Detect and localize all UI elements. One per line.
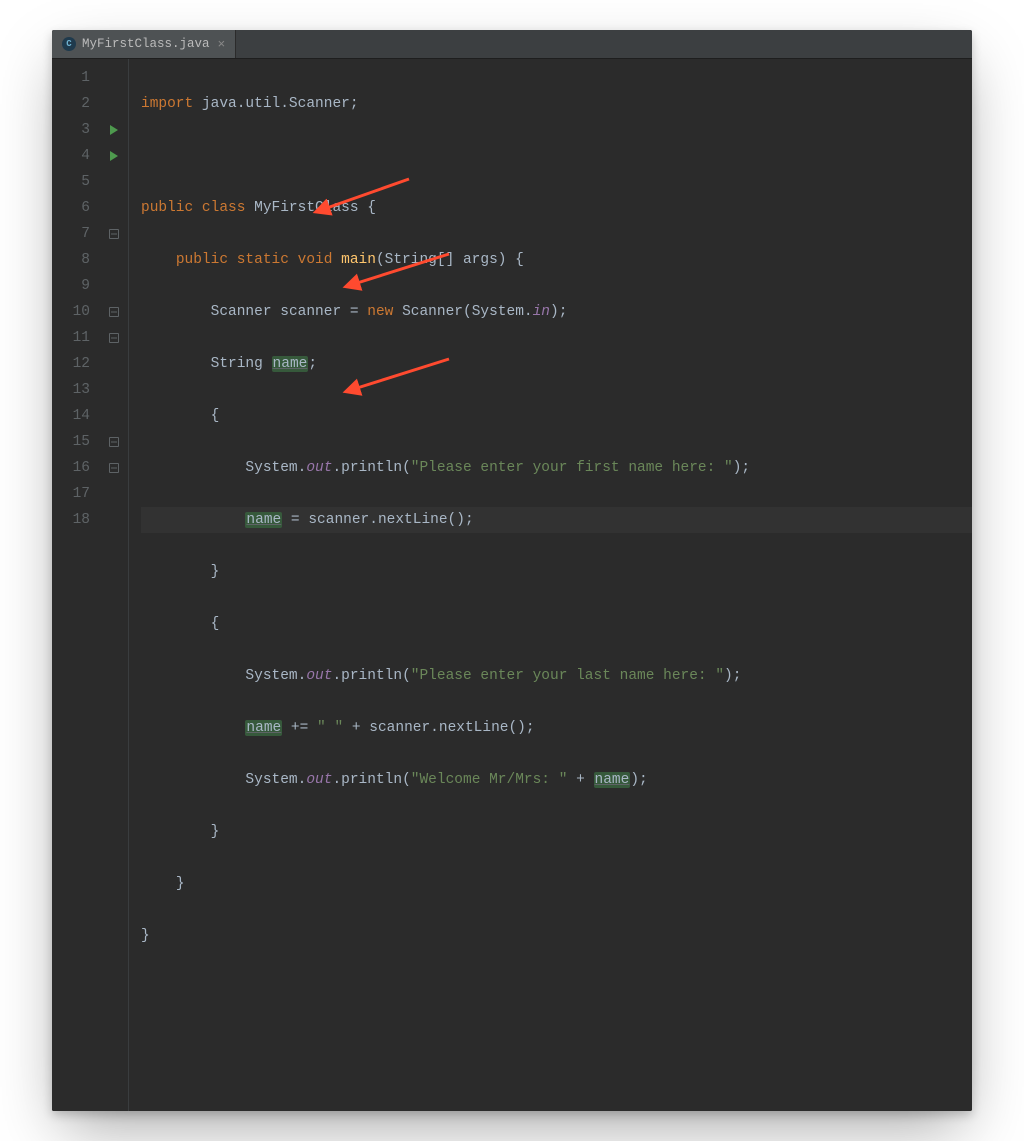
line-number: 12: [52, 351, 94, 377]
method-name: main: [341, 252, 376, 268]
line-number: 18: [52, 507, 94, 533]
code-editor[interactable]: 123456789101112131415161718 import java.…: [52, 59, 972, 1111]
fold-icon[interactable]: [109, 333, 119, 343]
code-text: }: [211, 824, 220, 840]
code-text: Scanner scanner =: [211, 304, 368, 320]
variable: name: [245, 720, 282, 736]
field-ref: out: [306, 460, 332, 476]
ide-window: MyFirstClass.java × 12345678910111213141…: [52, 30, 972, 1111]
code-text: +=: [282, 720, 317, 736]
fold-icon[interactable]: [109, 437, 119, 447]
code-text: {: [211, 616, 220, 632]
close-icon[interactable]: ×: [218, 37, 226, 52]
line-number: 16: [52, 455, 94, 481]
tab-filename: MyFirstClass.java: [82, 37, 210, 51]
fold-icon[interactable]: [109, 229, 119, 239]
line-number-gutter: 123456789101112131415161718: [52, 59, 100, 1111]
line-number: 4: [52, 143, 94, 169]
code-area[interactable]: import java.util.Scanner; public class M…: [129, 59, 972, 1111]
run-icon[interactable]: [110, 151, 118, 161]
line-number: 7: [52, 221, 94, 247]
code-text: + scanner.nextLine();: [343, 720, 534, 736]
line-number: 1: [52, 65, 94, 91]
class-name: MyFirstClass: [254, 200, 358, 216]
code-text: System.: [245, 772, 306, 788]
field-ref: in: [533, 304, 550, 320]
line-number: 13: [52, 377, 94, 403]
tab-file[interactable]: MyFirstClass.java ×: [52, 30, 236, 58]
line-number: 11: [52, 325, 94, 351]
code-text: }: [176, 876, 185, 892]
code-text: ;: [308, 356, 317, 372]
line-number: 9: [52, 273, 94, 299]
marker-gutter: [100, 59, 129, 1111]
code-text: (String[] args) {: [376, 252, 524, 268]
code-text: String: [211, 356, 272, 372]
keyword: public class: [141, 200, 254, 216]
field-ref: out: [306, 668, 332, 684]
line-number: 15: [52, 429, 94, 455]
string-literal: "Please enter your first name here: ": [411, 460, 733, 476]
line-number: 17: [52, 481, 94, 507]
code-text: java.util.Scanner;: [193, 96, 358, 112]
code-text: );: [724, 668, 741, 684]
keyword: import: [141, 96, 193, 112]
keyword: public static void: [176, 252, 341, 268]
fold-icon[interactable]: [109, 307, 119, 317]
tab-bar: MyFirstClass.java ×: [52, 30, 972, 59]
line-number: 3: [52, 117, 94, 143]
string-literal: "Please enter your last name here: ": [411, 668, 724, 684]
code-text: );: [550, 304, 567, 320]
code-text: .println(: [332, 460, 410, 476]
code-text: );: [630, 772, 647, 788]
line-number: 14: [52, 403, 94, 429]
code-text: }: [141, 928, 150, 944]
run-icon[interactable]: [110, 125, 118, 135]
variable: name: [594, 772, 631, 788]
code-text: {: [359, 200, 376, 216]
field-ref: out: [306, 772, 332, 788]
code-text: }: [211, 564, 220, 580]
code-text: System.: [245, 668, 306, 684]
code-text: .println(: [332, 668, 410, 684]
line-number: 2: [52, 91, 94, 117]
line-number: 10: [52, 299, 94, 325]
line-number: 5: [52, 169, 94, 195]
variable: name: [245, 512, 282, 528]
string-literal: "Welcome Mr/Mrs: ": [411, 772, 568, 788]
code-text: System.: [245, 460, 306, 476]
line-number: 6: [52, 195, 94, 221]
code-text: = scanner.nextLine();: [282, 512, 473, 528]
code-text: .println(: [332, 772, 410, 788]
keyword: new: [367, 304, 393, 320]
class-icon: [62, 37, 76, 51]
fold-icon[interactable]: [109, 463, 119, 473]
code-text: Scanner(System.: [393, 304, 532, 320]
code-text: +: [567, 772, 593, 788]
string-literal: " ": [317, 720, 343, 736]
code-text: );: [733, 460, 750, 476]
variable: name: [272, 356, 309, 372]
line-number: 8: [52, 247, 94, 273]
code-text: {: [211, 408, 220, 424]
